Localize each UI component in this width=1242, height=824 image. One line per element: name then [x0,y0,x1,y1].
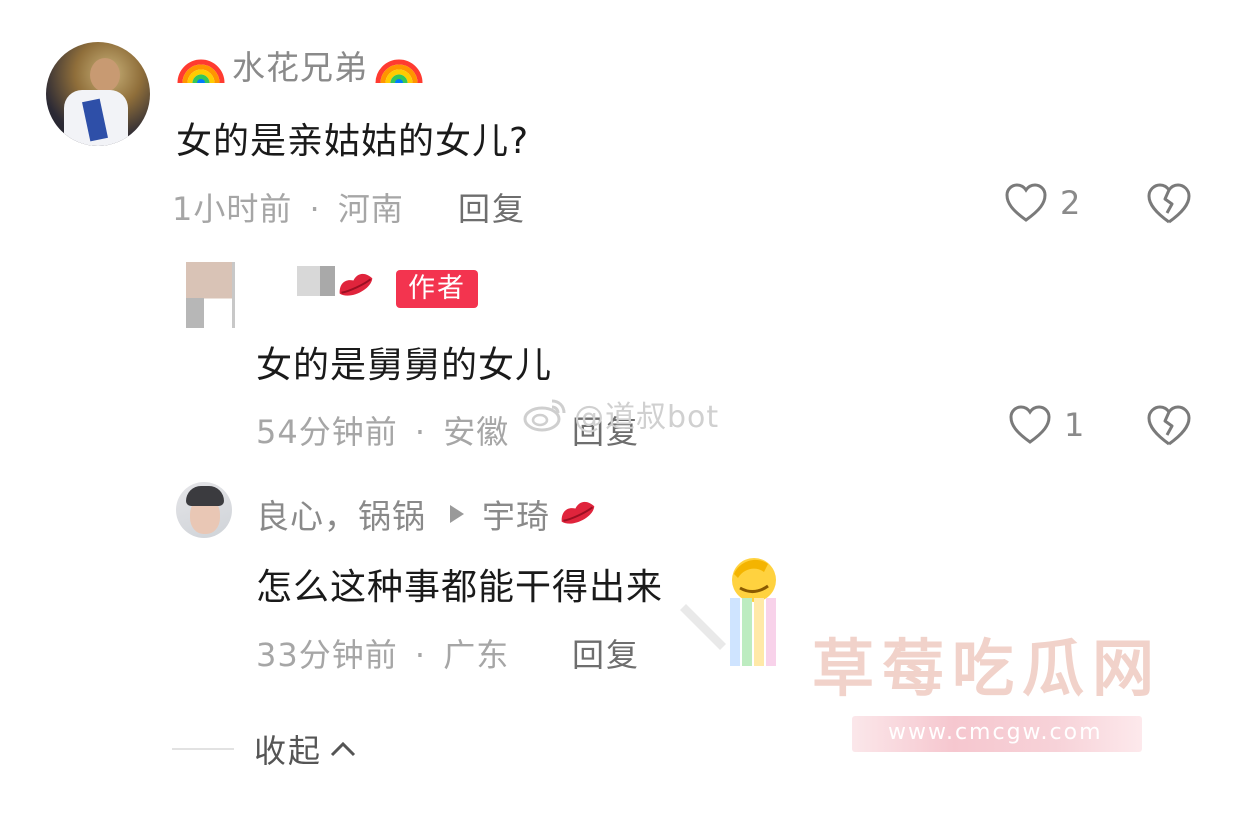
comment-username-row: 水花兄弟 [176,40,424,90]
site-watermark-title: 草莓吃瓜网 [812,632,1163,705]
collapse-label: 收起 [254,732,323,770]
reply-button[interactable]: 回复 [572,630,640,676]
like-button[interactable]: 1 [1008,404,1084,446]
lips-icon [561,501,595,524]
play-arrow-icon [450,505,464,523]
comment-text: 女的是舅舅的女儿 [256,345,553,386]
chevron-up-icon [330,741,356,757]
comment-location: 安徽 [443,413,510,451]
author-badge: 作者 [396,270,478,308]
rainbow-icon [375,59,423,84]
meta-separator: · [309,190,321,228]
collapse-button[interactable]: 收起 [254,726,358,772]
comment-time: 33分钟前 [256,636,398,674]
reply-header: 良心，锅锅 宇琦 [256,490,600,538]
comment-meta: 54分钟前 · 安徽 [256,407,509,453]
collapse-divider [172,748,234,750]
comment-time: 1小时前 [172,190,293,228]
heart-outline-icon [1009,405,1051,444]
comment-meta: 33分钟前 · 广东 [256,630,509,676]
comment-text: 女的是亲姑姑的女儿? [176,121,530,162]
meta-separator: · [414,636,427,674]
lips-icon [339,273,373,296]
like-count: 1 [1064,406,1085,444]
weibo-watermark-text: @道叔bot [574,400,720,435]
comment-thread: 水花兄弟 女的是亲姑姑的女儿? 1小时前 · 河南 回复 2 作者 女的是舅舅的… [0,0,1242,824]
reply-to-username[interactable]: 宇琦 [482,490,550,538]
heart-outline-icon [1005,183,1047,222]
reply-button[interactable]: 回复 [458,184,526,230]
broken-heart-icon[interactable] [1146,182,1192,226]
rainbow-icon [177,59,225,84]
comment-meta: 1小时前 · 河南 [172,184,404,230]
broken-heart-icon[interactable] [1146,404,1192,448]
avatar[interactable] [46,42,150,146]
comment-username[interactable]: 水花兄弟 [232,41,368,89]
avatar[interactable] [186,262,235,328]
site-watermark-url: www.cmcgw.com [888,720,1103,745]
comment-time: 54分钟前 [256,413,398,451]
comment-location: 广东 [443,636,510,674]
meta-separator: · [414,413,427,451]
watermark-scan-graphic [680,598,776,666]
site-watermark-url-bar: www.cmcgw.com [852,716,1142,752]
comment-text: 怎么这种事都能干得出来 [256,567,664,608]
weibo-watermark: @道叔bot [522,392,719,436]
like-button[interactable]: 2 [1004,182,1080,224]
author-username-redacted[interactable] [297,266,335,296]
comment-username[interactable]: 良心，锅锅 [256,490,426,538]
like-count: 2 [1060,184,1081,222]
avatar[interactable] [176,482,232,538]
comment-location: 河南 [337,190,404,228]
weibo-logo-icon [523,399,566,432]
